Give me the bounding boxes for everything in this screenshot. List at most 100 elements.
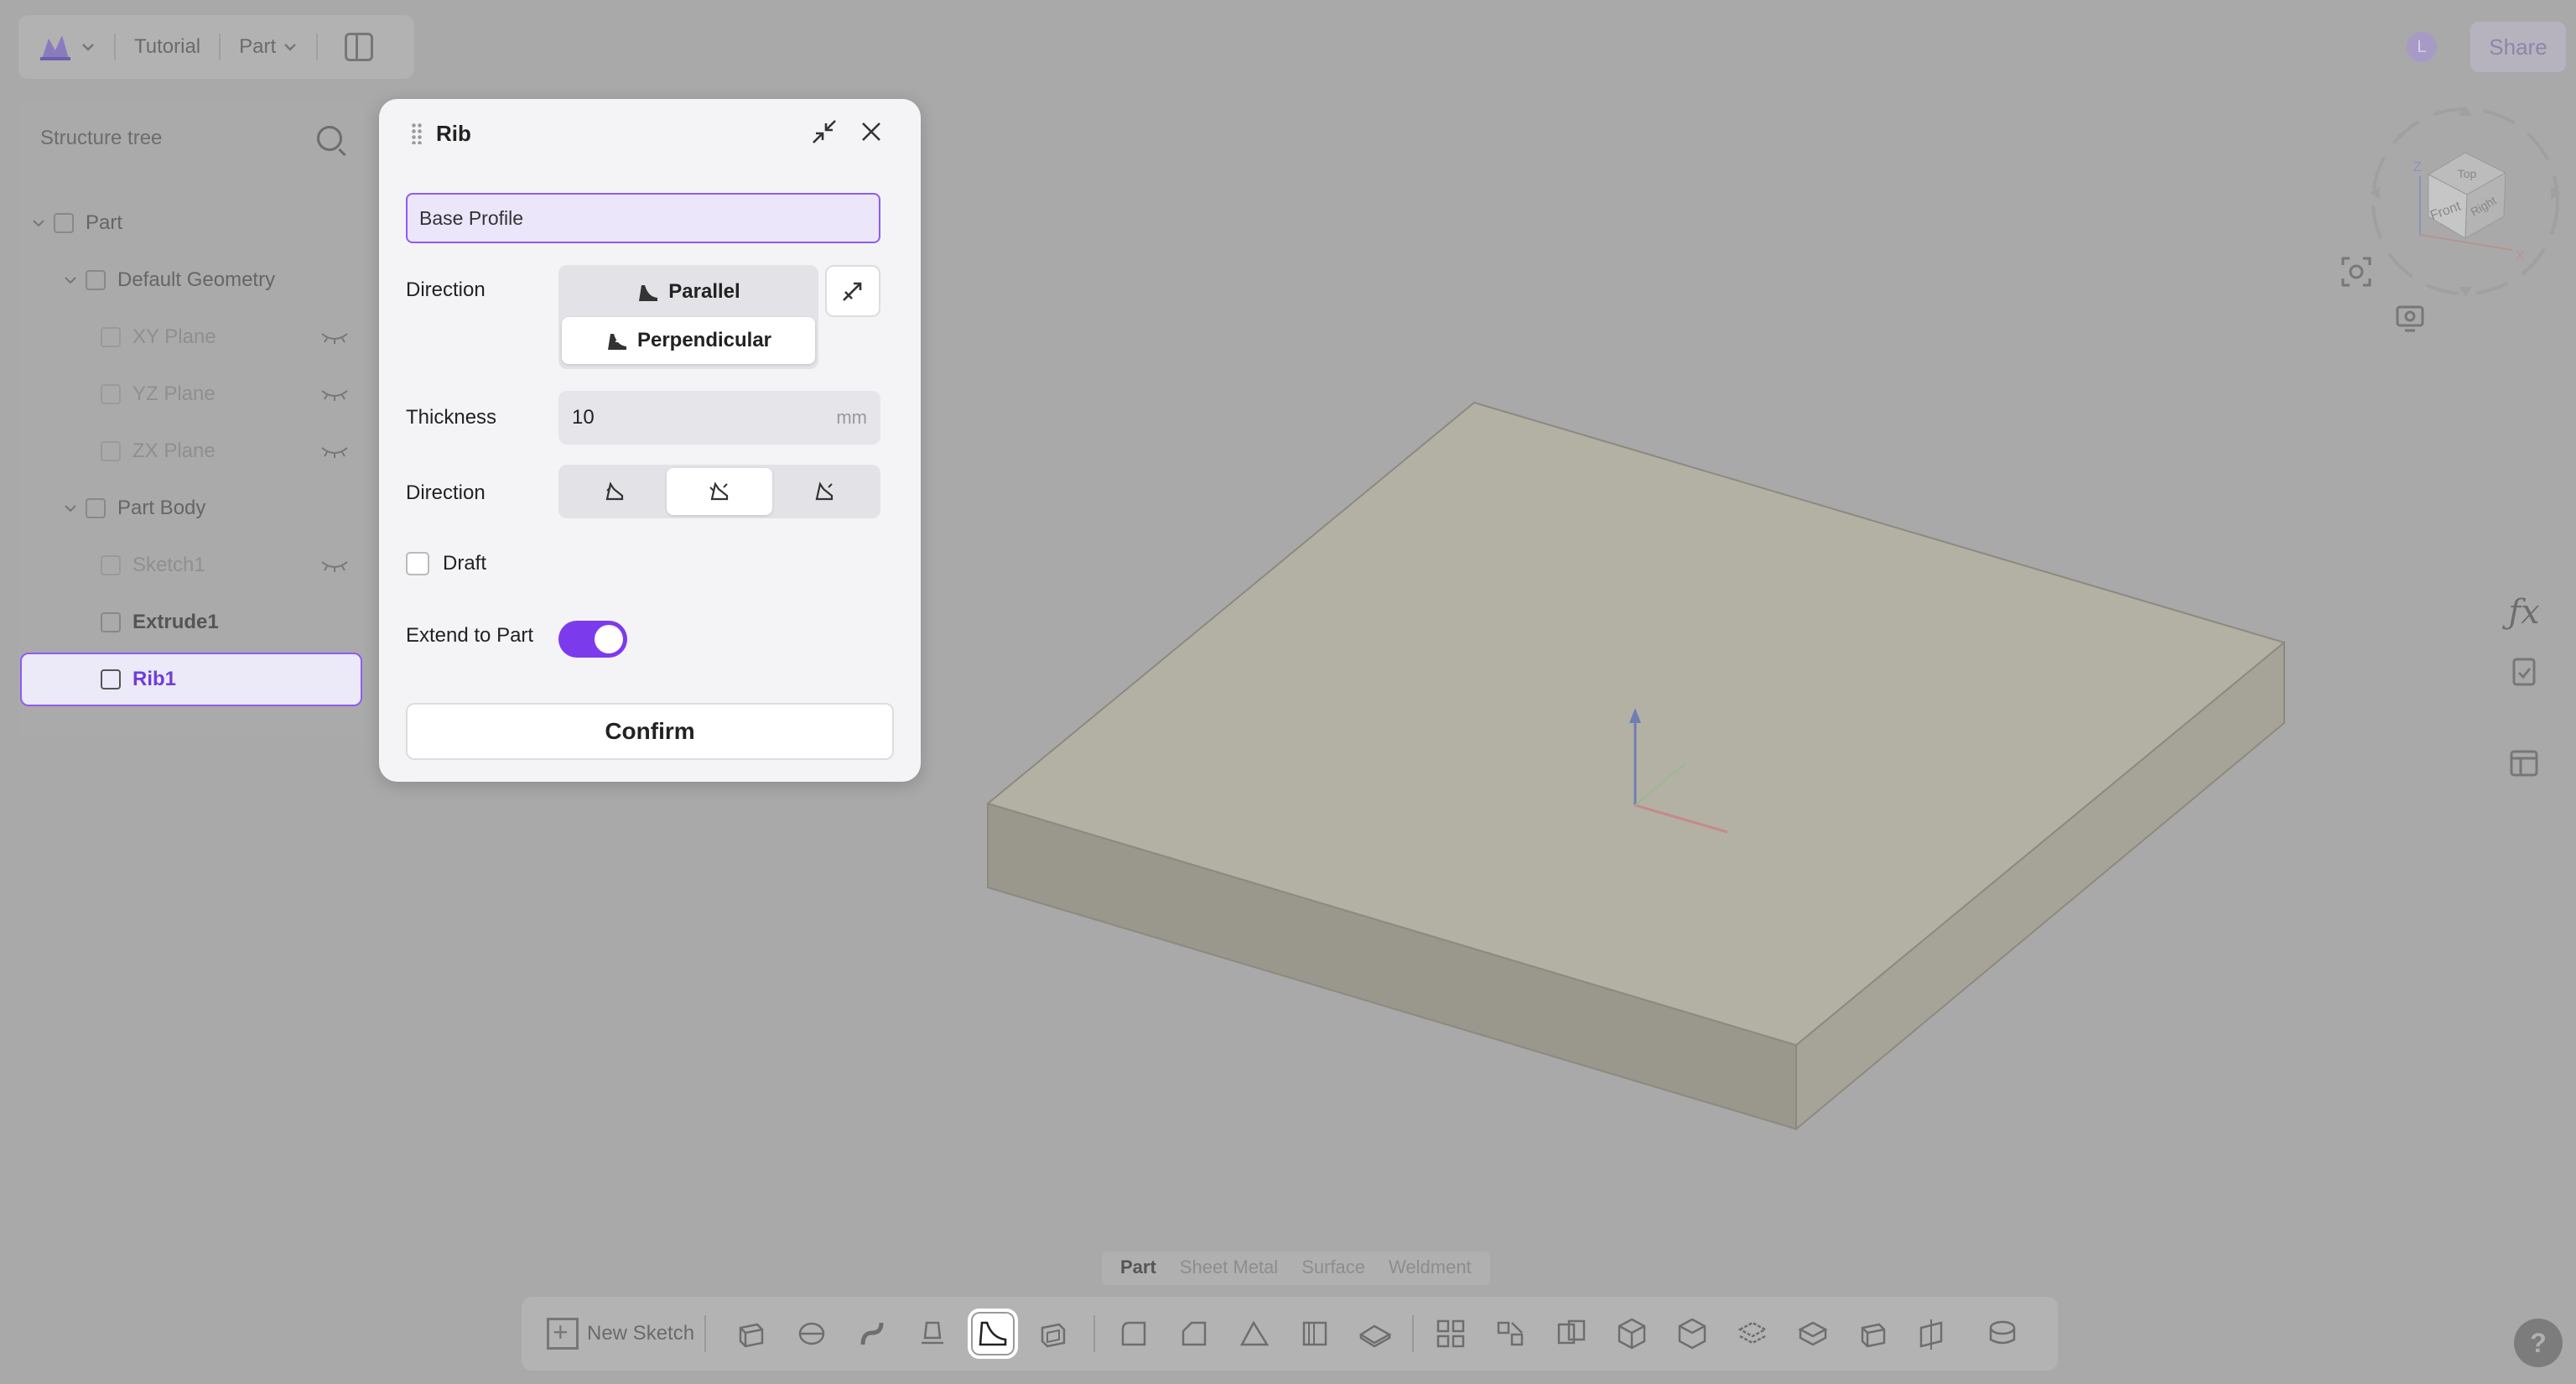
divider [1093, 1315, 1095, 1352]
drag-handle-icon[interactable] [411, 122, 423, 144]
sweep-tool-icon[interactable] [847, 1309, 897, 1359]
tree-item-label: Part Body [117, 497, 206, 519]
tree-item-rib1[interactable]: Rib1 [20, 653, 362, 706]
rib-side-one-icon [605, 481, 623, 501]
axis-z-label: Z [2413, 160, 2422, 174]
box-tool-icon[interactable] [1607, 1309, 1657, 1359]
view-cube[interactable]: Top Front Right Z X [2365, 101, 2566, 302]
search-icon[interactable] [317, 126, 342, 151]
share-button[interactable]: Share [2470, 22, 2566, 72]
tree-item-part-body[interactable]: Part Body [64, 481, 349, 535]
draft-label: Draft [443, 552, 487, 575]
plane-icon [101, 441, 121, 461]
toggle-panel-icon[interactable] [345, 33, 374, 61]
tab-surface[interactable]: Surface [1290, 1251, 1377, 1285]
tab-weldment[interactable]: Weldment [1377, 1251, 1483, 1285]
pattern-tool-icon[interactable] [1426, 1309, 1476, 1359]
thicken-tool-icon[interactable] [1290, 1309, 1340, 1359]
rib-side-two-icon [815, 481, 834, 501]
profile-select-field[interactable]: Base Profile [406, 193, 880, 243]
solid-tool-icon[interactable] [1667, 1309, 1717, 1359]
close-icon[interactable] [857, 117, 886, 146]
side-option-2[interactable] [772, 468, 877, 515]
tree-item-part[interactable]: Part [32, 196, 351, 250]
right-toolbar: ƒx [2499, 587, 2566, 788]
side-option-1[interactable] [562, 468, 667, 515]
panel-icon[interactable] [2499, 738, 2549, 788]
rib-icon [101, 669, 121, 689]
draft-checkbox[interactable] [406, 552, 429, 575]
rib-tool-icon[interactable] [968, 1309, 1018, 1359]
tree-item-yz-plane[interactable]: YZ Plane [101, 367, 349, 421]
delete-body-tool-icon[interactable] [1788, 1309, 1838, 1359]
tab-sheet-metal[interactable]: Sheet Metal [1168, 1251, 1290, 1285]
direction-parallel-option[interactable]: Parallel [562, 268, 815, 315]
revolve-tool-icon[interactable] [787, 1309, 837, 1359]
tree-item-xy-plane[interactable]: XY Plane [101, 310, 349, 364]
thickness-input[interactable]: 10 mm [558, 391, 880, 445]
fx-icon[interactable]: ƒx [2499, 587, 2549, 637]
eye-closed-icon[interactable] [320, 559, 349, 572]
clipboard-check-icon[interactable] [2499, 646, 2549, 696]
tree-item-sketch1[interactable]: Sketch1 [101, 539, 349, 592]
shell-tool-icon[interactable] [1028, 1309, 1078, 1359]
split-tool-icon[interactable] [1350, 1309, 1400, 1359]
chamfer-tool-icon[interactable] [1169, 1309, 1219, 1359]
chevron-down-icon[interactable] [32, 216, 45, 230]
thickness-value[interactable]: 10 [572, 406, 595, 429]
chevron-down-icon[interactable] [283, 39, 298, 55]
project-name[interactable]: Tutorial [134, 35, 200, 59]
confirm-button[interactable]: Confirm [406, 703, 894, 760]
plane-tool-icon[interactable] [1909, 1309, 1959, 1359]
axis-x-label: X [2516, 249, 2525, 263]
fit-view-icon[interactable] [2340, 255, 2373, 289]
draft-tool-icon[interactable] [1229, 1309, 1280, 1359]
combine-tool-icon[interactable] [1546, 1309, 1597, 1359]
direction-label: Direction [406, 278, 486, 301]
measure-tool-icon[interactable] [1977, 1309, 2028, 1359]
tree-item-extrude1[interactable]: Extrude1 [101, 596, 349, 649]
cube-tool-icon[interactable] [1848, 1309, 1898, 1359]
dialog-title: Rib [436, 121, 471, 146]
feature-toolbar: New Sketch [522, 1297, 2058, 1371]
tree-item-label: XY Plane [132, 325, 216, 348]
tree-item-default-geometry[interactable]: Default Geometry [64, 253, 349, 307]
direction-perpendicular-option[interactable]: Perpendicular [562, 317, 815, 364]
top-bar: Tutorial Part [18, 15, 414, 79]
loft-tool-icon[interactable] [907, 1309, 958, 1359]
eye-closed-icon[interactable] [320, 445, 349, 458]
structure-tree: Structure tree Part Default Geometry XY … [18, 101, 364, 738]
side-option-symmetric[interactable] [667, 468, 772, 515]
app-logo-icon[interactable] [37, 30, 74, 64]
eye-closed-icon[interactable] [320, 330, 349, 344]
dialog-header[interactable]: Rib [379, 99, 921, 166]
part-icon [54, 213, 74, 233]
mode-select[interactable]: Part [239, 35, 276, 59]
collapse-icon[interactable] [810, 117, 839, 146]
side-direction-label: Direction [406, 481, 486, 504]
new-sketch-button[interactable]: New Sketch [547, 1314, 694, 1354]
flip-direction-button[interactable] [825, 265, 880, 317]
fillet-tool-icon[interactable] [1109, 1309, 1159, 1359]
divider [219, 34, 221, 60]
help-button[interactable]: ? [2514, 1319, 2563, 1367]
plane-icon [101, 327, 121, 347]
extend-to-part-toggle[interactable] [558, 621, 627, 658]
chevron-down-icon[interactable] [80, 39, 96, 55]
chevron-down-icon[interactable] [64, 273, 77, 287]
workbench-tabs: Part Sheet Metal Surface Weldment [1102, 1251, 1490, 1285]
display-mode-icon[interactable] [2393, 302, 2427, 336]
chevron-down-icon[interactable] [64, 502, 77, 515]
tree-item-label: Default Geometry [117, 268, 276, 291]
eye-closed-icon[interactable] [320, 388, 349, 401]
extrude-tool-icon[interactable] [726, 1309, 776, 1359]
mirror-tool-icon[interactable] [1486, 1309, 1536, 1359]
thickness-label: Thickness [406, 406, 497, 429]
move-body-tool-icon[interactable] [1727, 1309, 1778, 1359]
rib-dialog: Rib Base Profile Direction Parallel Perp… [379, 99, 921, 782]
tab-part[interactable]: Part [1109, 1251, 1168, 1285]
tree-item-zx-plane[interactable]: ZX Plane [101, 424, 349, 478]
direction-selector: Parallel Perpendicular [558, 265, 818, 369]
avatar[interactable]: L [2407, 32, 2437, 62]
new-sketch-label: New Sketch [587, 1322, 695, 1345]
